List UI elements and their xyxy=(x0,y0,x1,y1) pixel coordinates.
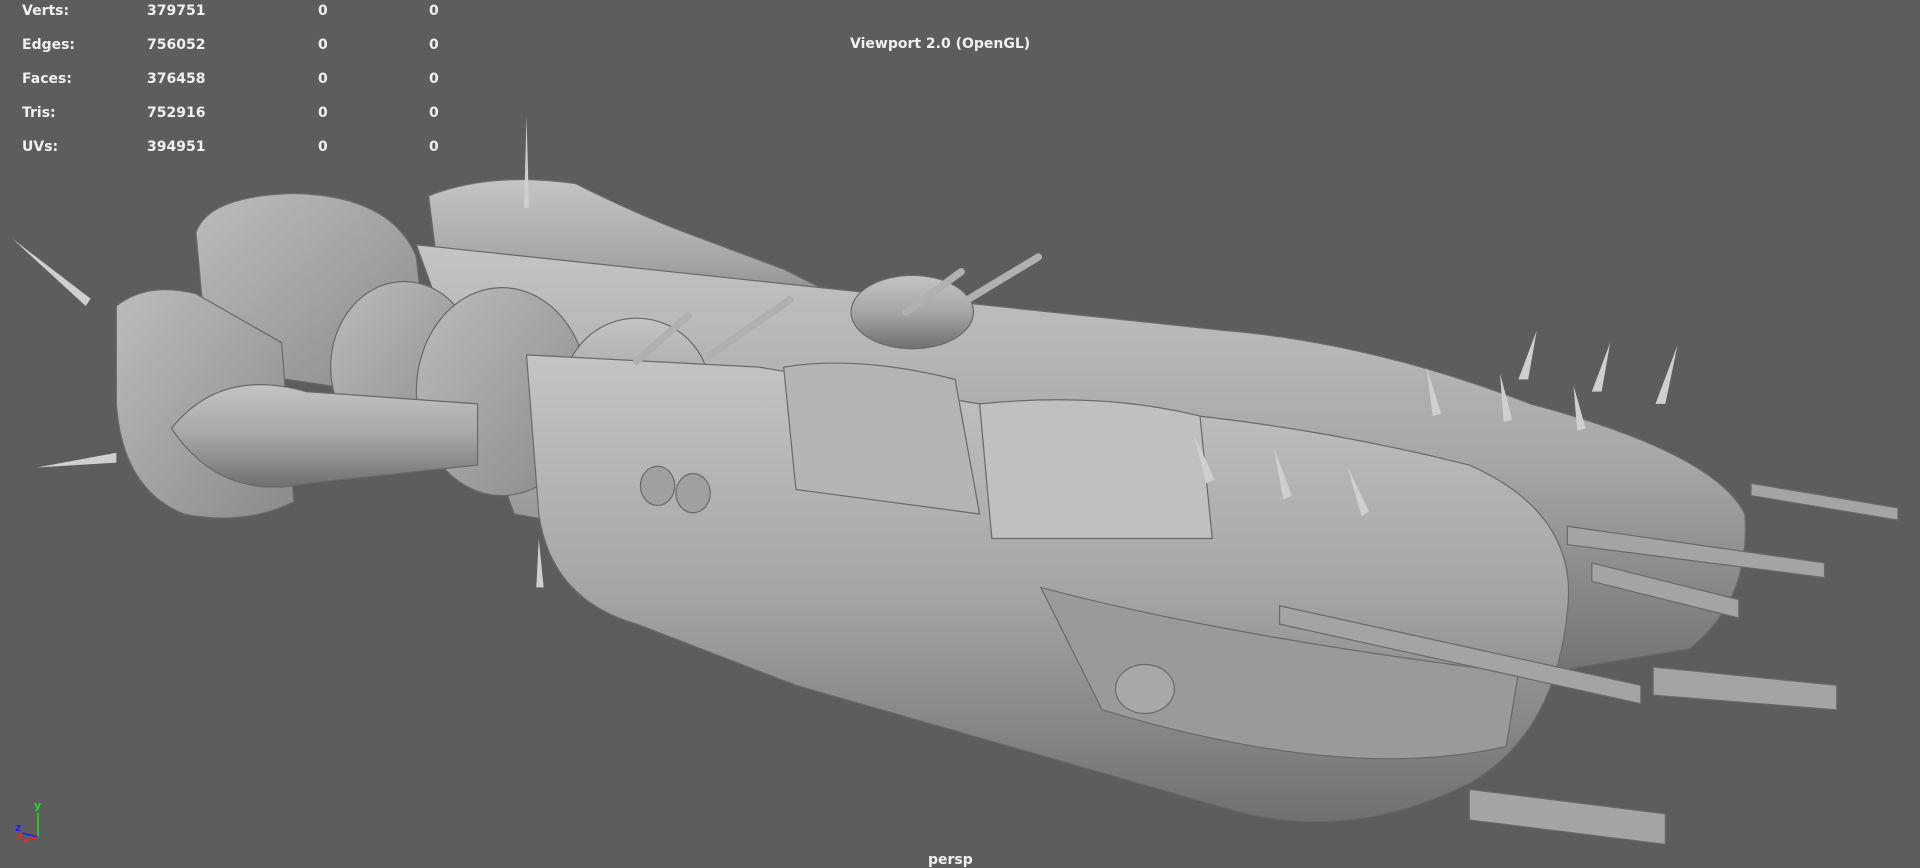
stat-label: Faces: xyxy=(22,71,72,87)
axis-y-label: y xyxy=(34,799,41,812)
stat-row-tris: Tris: 752916 0 0 xyxy=(0,105,480,125)
stat-total: 756052 xyxy=(147,37,206,53)
stat-row-edges: Edges: 756052 0 0 xyxy=(0,37,480,57)
stat-selected: 0 xyxy=(318,71,328,87)
viewport-3d-model[interactable] xyxy=(0,0,1920,864)
stat-row-uvs: UVs: 394951 0 0 xyxy=(0,139,480,159)
stat-uv: 0 xyxy=(429,37,439,53)
spaceship-model xyxy=(12,116,1899,846)
axis-gizmo-icon: y z x xyxy=(15,799,41,842)
stat-selected: 0 xyxy=(318,37,328,53)
stat-uv: 0 xyxy=(429,71,439,87)
stat-uv: 0 xyxy=(429,3,439,19)
stat-row-faces: Faces: 376458 0 0 xyxy=(0,71,480,91)
stat-label: Tris: xyxy=(22,105,56,121)
stat-total: 394951 xyxy=(147,139,206,155)
stat-label: Edges: xyxy=(22,37,76,53)
stat-uv: 0 xyxy=(429,105,439,121)
renderer-label: Viewport 2.0 (OpenGL) xyxy=(850,36,1031,52)
camera-name-label: persp xyxy=(928,852,973,868)
stat-total: 752916 xyxy=(147,105,206,121)
stat-total: 379751 xyxy=(147,3,206,19)
stat-uv: 0 xyxy=(429,139,439,155)
stat-selected: 0 xyxy=(318,3,328,19)
stat-label: UVs: xyxy=(22,139,59,155)
stat-selected: 0 xyxy=(318,139,328,155)
stat-row-verts: Verts: 379751 0 0 xyxy=(0,3,480,23)
axis-x-label: x xyxy=(17,831,24,842)
stat-total: 376458 xyxy=(147,71,206,87)
stat-label: Verts: xyxy=(22,3,70,19)
stat-selected: 0 xyxy=(318,105,328,121)
